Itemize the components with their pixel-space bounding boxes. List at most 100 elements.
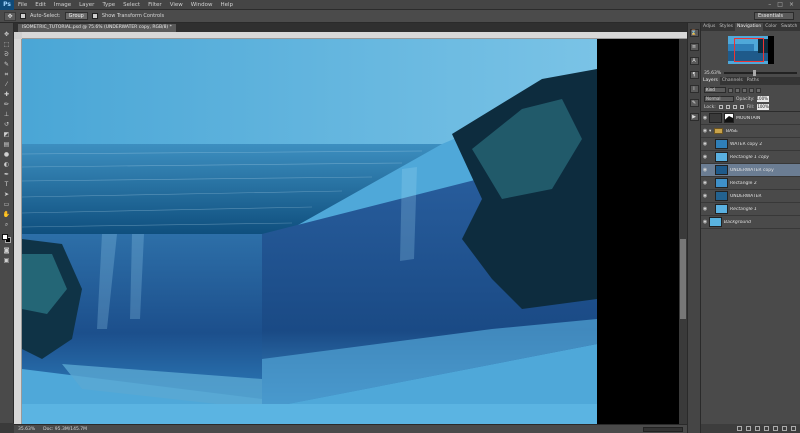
layer-name[interactable]: Rectangle 1	[730, 207, 757, 212]
opacity-field[interactable]: 100%	[756, 96, 769, 102]
lasso-tool-icon[interactable]: ᘐ	[2, 51, 11, 58]
layer-thumbnail[interactable]	[715, 204, 728, 214]
eye-icon[interactable]: ◉	[701, 167, 709, 173]
zoom-readout[interactable]: 35.63%	[18, 427, 35, 432]
delete-layer-icon[interactable]	[791, 426, 796, 431]
quick-select-tool-icon[interactable]: ✎	[2, 61, 11, 68]
shape-filter-icon[interactable]	[749, 87, 754, 93]
blur-tool-icon[interactable]: ●	[2, 151, 11, 158]
minimize-button[interactable]: –	[768, 1, 771, 8]
menu-edit[interactable]: Edit	[31, 2, 50, 8]
lock-all-icon[interactable]	[739, 105, 744, 109]
lock-transparency-icon[interactable]	[718, 105, 723, 109]
eye-icon[interactable]: ◉	[701, 128, 709, 134]
close-button[interactable]: ×	[789, 1, 794, 8]
dodge-tool-icon[interactable]: ◐	[2, 161, 11, 168]
navigator-zoom-knob[interactable]	[753, 70, 757, 76]
brush-tool-icon[interactable]: ✏	[2, 101, 11, 108]
tab-channels[interactable]: Channels	[720, 77, 745, 85]
auto-select-checkbox[interactable]	[20, 13, 26, 19]
path-select-tool-icon[interactable]: ➤	[2, 191, 11, 198]
menu-image[interactable]: Image	[50, 2, 75, 8]
eyedropper-tool-icon[interactable]: ⁄	[2, 81, 11, 88]
layer-row[interactable]: ◉ Background	[701, 216, 800, 229]
type-tool-icon[interactable]: T	[2, 181, 11, 188]
layer-row[interactable]: ◉ ▾ BASE	[701, 125, 800, 138]
blend-mode-dropdown[interactable]: Normal	[704, 96, 734, 102]
link-layers-icon[interactable]	[737, 426, 742, 431]
color-swatches[interactable]	[1, 234, 12, 244]
layer-row[interactable]: ◉ UNDERWATER copy	[701, 164, 800, 177]
tab-navigator[interactable]: Navigation	[734, 23, 764, 31]
pixel-filter-icon[interactable]	[728, 87, 733, 93]
menu-layer[interactable]: Layer	[75, 2, 98, 8]
move-tool-preset-icon[interactable]: ✥	[4, 11, 16, 21]
adjustment-filter-icon[interactable]	[735, 87, 740, 93]
marquee-tool-icon[interactable]: ⬚	[2, 41, 11, 48]
layer-kind-dropdown[interactable]: Kind	[704, 87, 726, 93]
menu-view[interactable]: View	[166, 2, 187, 8]
pen-tool-icon[interactable]: ✒	[2, 171, 11, 178]
layer-name[interactable]: WATER copy 2	[730, 142, 762, 147]
tab-paths[interactable]: Paths	[745, 77, 761, 85]
layer-thumbnail[interactable]	[709, 113, 722, 123]
ruler-corner[interactable]	[14, 32, 22, 39]
canvas-area[interactable]	[22, 39, 679, 424]
type-filter-icon[interactable]	[742, 87, 747, 93]
workspace-dropdown[interactable]: Essentials	[754, 12, 794, 20]
layer-name[interactable]: Background	[724, 220, 751, 225]
layer-row[interactable]: ◉ Rectangle 1 copy	[701, 151, 800, 164]
fill-field[interactable]: 100%	[757, 104, 770, 110]
info-panel-icon[interactable]: i	[689, 85, 699, 93]
transform-controls-checkbox[interactable]	[91, 13, 98, 19]
layer-mask-thumbnail[interactable]	[724, 113, 734, 123]
menu-type[interactable]: Type	[98, 2, 119, 8]
vertical-scrollbar[interactable]	[679, 39, 687, 424]
actions-panel-icon[interactable]: ▶	[689, 113, 699, 121]
new-group-icon[interactable]	[773, 426, 778, 431]
layer-thumbnail[interactable]	[715, 191, 728, 201]
menu-help[interactable]: Help	[216, 2, 237, 8]
history-brush-icon[interactable]: ↺	[2, 121, 11, 128]
tab-styles[interactable]: Styles	[717, 23, 735, 31]
gradient-tool-icon[interactable]: ▤	[2, 141, 11, 148]
quick-mask-icon[interactable]: ◙	[2, 247, 11, 254]
layer-name[interactable]: MOUNTAIN	[736, 116, 760, 121]
layer-thumbnail[interactable]	[715, 139, 728, 149]
layer-name[interactable]: UNDERWATER	[730, 194, 762, 199]
tab-swatches[interactable]: Swatch	[779, 23, 799, 31]
tab-layers[interactable]: Layers	[701, 77, 720, 85]
move-tool-icon[interactable]: ✥	[2, 31, 11, 38]
brush-panel-icon[interactable]: ✎	[689, 99, 699, 107]
stamp-tool-icon[interactable]: ⊥	[2, 111, 11, 118]
layer-row[interactable]: ◉ WATER copy 2	[701, 138, 800, 151]
menu-filter[interactable]: Filter	[144, 2, 166, 8]
menu-window[interactable]: Window	[187, 2, 217, 8]
eraser-tool-icon[interactable]: ◩	[2, 131, 11, 138]
auto-select-dropdown[interactable]: Group	[64, 12, 88, 20]
doc-size-readout[interactable]: Doc: 95.3M/145.7M	[43, 427, 87, 432]
menu-select[interactable]: Select	[119, 2, 144, 8]
history-panel-icon[interactable]: ⌛	[689, 29, 699, 37]
tab-color[interactable]: Color	[763, 23, 779, 31]
add-mask-icon[interactable]	[755, 426, 760, 431]
healing-tool-icon[interactable]: ✚	[2, 91, 11, 98]
eye-icon[interactable]: ◉	[701, 219, 709, 225]
layer-name[interactable]: BASE	[726, 129, 738, 134]
screen-mode-icon[interactable]: ▣	[2, 257, 11, 264]
properties-panel-icon[interactable]: ≡	[689, 43, 699, 51]
eye-icon[interactable]: ◉	[701, 206, 709, 212]
layer-row[interactable]: ◉ Rectangle 1	[701, 203, 800, 216]
lock-position-icon[interactable]	[732, 105, 737, 109]
navigator-thumbnail[interactable]	[727, 36, 774, 64]
layer-name[interactable]: Rectangle 1 copy	[730, 155, 769, 160]
tab-adjustments[interactable]: Adjus	[701, 23, 717, 31]
layer-row[interactable]: ◉ UNDERWATER	[701, 190, 800, 203]
shape-tool-icon[interactable]: ▭	[2, 201, 11, 208]
eye-icon[interactable]: ◉	[701, 180, 709, 186]
layer-name[interactable]: UNDERWATER copy	[730, 168, 774, 173]
menu-file[interactable]: File	[14, 2, 31, 8]
layer-thumbnail[interactable]	[709, 217, 722, 227]
layer-thumbnail[interactable]	[715, 178, 728, 188]
character-panel-icon[interactable]: A	[689, 57, 699, 65]
